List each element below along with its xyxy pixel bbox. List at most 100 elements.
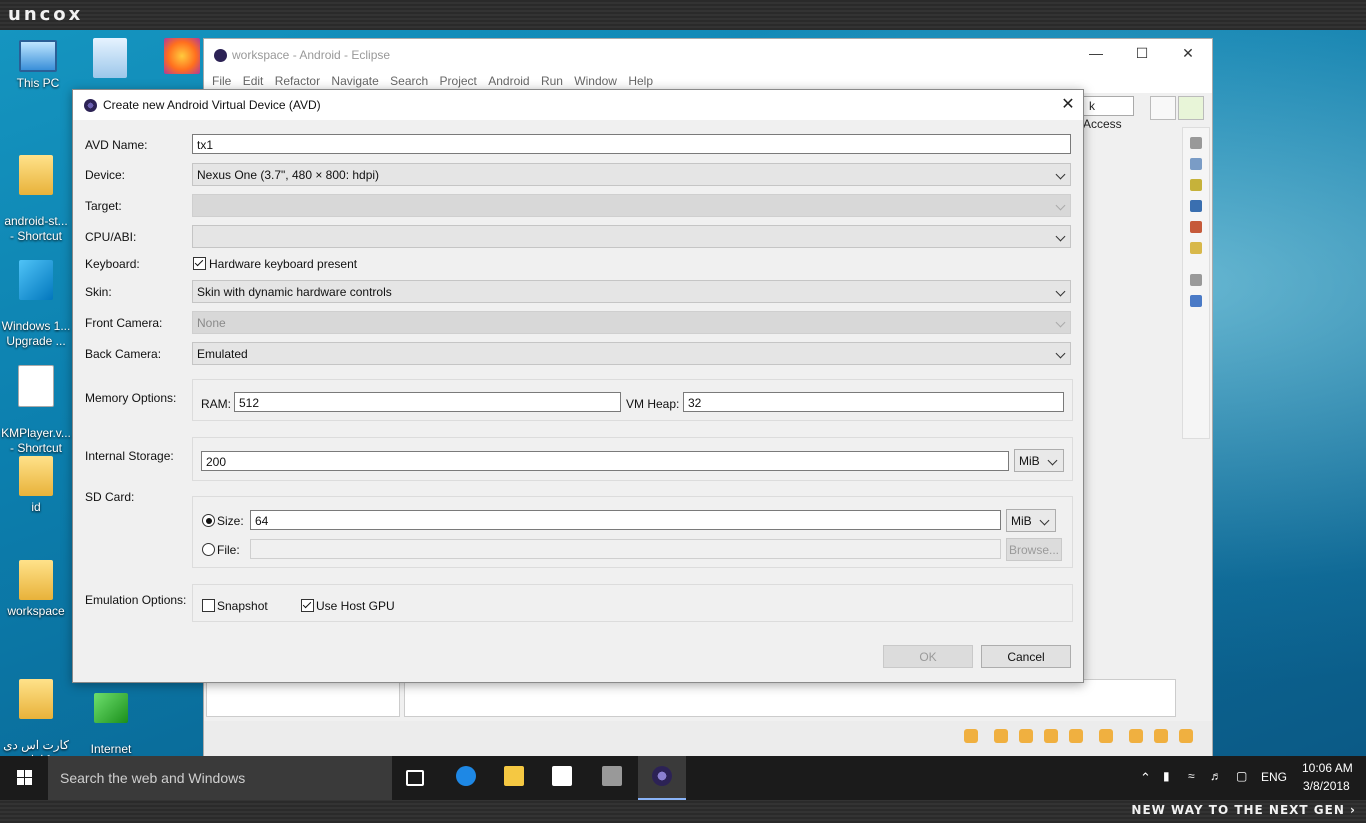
desktop-icon-this-pc[interactable]: This PC [2, 40, 74, 91]
sd-size-input[interactable]: 64 [250, 510, 1001, 530]
restore-icon[interactable] [1190, 274, 1202, 286]
status-tool-icon[interactable] [964, 729, 978, 743]
vm-heap-label: VM Heap: [626, 397, 680, 411]
sd-file-input[interactable] [250, 539, 1001, 559]
desktop-icon-android-studio[interactable]: android-st... - Shortcut [0, 140, 72, 244]
chevron-down-icon [1039, 515, 1050, 526]
taskbar-search[interactable]: Search the web and Windows [48, 756, 392, 800]
sd-file-radio[interactable] [202, 543, 215, 556]
internal-storage-unit-select[interactable]: MiB [1014, 449, 1064, 472]
desktop-icon-windows-upgrade[interactable]: Windows 1... Upgrade ... [0, 245, 72, 349]
vm-heap-input[interactable]: 32 [683, 392, 1064, 412]
menu-help[interactable]: Help [628, 74, 653, 88]
menu-window[interactable]: Window [574, 74, 617, 88]
store-icon [552, 766, 572, 786]
folder-icon [19, 560, 53, 600]
hardware-keyboard-label: Hardware keyboard present [209, 257, 358, 271]
device-select[interactable]: Nexus One (3.7", 480 × 800: hdpi) [192, 163, 1071, 186]
close-icon[interactable]: ✕ [1057, 94, 1079, 116]
slogan-text: NEW WAY TO THE NEXT GEN › [1131, 803, 1356, 817]
menu-project[interactable]: Project [440, 74, 477, 88]
recycle-bin-icon [93, 38, 127, 78]
threads-view-icon[interactable] [1190, 179, 1202, 191]
wifi-icon[interactable]: ≈ [1188, 769, 1195, 783]
sd-card-label: SD Card: [85, 490, 135, 504]
snapshot-checkbox[interactable] [202, 599, 215, 612]
desktop-icon-persian-folder[interactable]: کارت اس دی کاظم [0, 664, 72, 768]
windows-icon [19, 260, 53, 300]
ok-button[interactable]: OK [883, 645, 973, 668]
menu-android[interactable]: Android [488, 74, 529, 88]
desktop-icon-id[interactable]: id [0, 456, 72, 515]
status-tool-icon[interactable] [1044, 729, 1058, 743]
desktop-icon-label: Windows 1... Upgrade ... [1, 319, 71, 348]
desktop-icon-recycle-bin[interactable] [74, 38, 146, 82]
avd-name-input[interactable]: tx1 [192, 134, 1071, 154]
cpu-abi-select[interactable] [192, 225, 1071, 248]
front-camera-select[interactable]: None [192, 311, 1071, 334]
heap-view-icon[interactable] [1190, 221, 1202, 233]
back-camera-select[interactable]: Emulated [192, 342, 1071, 365]
menu-edit[interactable]: Edit [243, 74, 264, 88]
file-explorer-icon[interactable] [1190, 242, 1202, 254]
taskbar-edge[interactable] [442, 756, 490, 800]
volume-icon[interactable]: ♬ [1210, 769, 1222, 783]
taskbar-app[interactable] [588, 756, 636, 800]
file-explorer-icon [504, 766, 524, 786]
ram-input[interactable]: 512 [234, 392, 621, 412]
taskbar-eclipse[interactable] [638, 756, 686, 800]
browse-button[interactable]: Browse... [1006, 538, 1062, 561]
left-pane [206, 679, 400, 717]
emulator-control-icon[interactable] [1190, 200, 1202, 212]
status-tool-icon[interactable] [1069, 729, 1083, 743]
maximize-icon[interactable]: ☐ [1120, 45, 1164, 62]
desktop-icon-label: id [31, 500, 41, 514]
menu-refactor[interactable]: Refactor [275, 74, 320, 88]
eclipse-icon [652, 766, 672, 786]
quick-access-input[interactable]: k Access [1082, 96, 1134, 131]
menu-file[interactable]: File [212, 74, 231, 88]
hardware-keyboard-checkbox[interactable] [193, 257, 206, 270]
open-perspective-icon[interactable] [1150, 96, 1176, 120]
clock-time[interactable]: 10:06 AM [1302, 761, 1353, 775]
menu-run[interactable]: Run [541, 74, 563, 88]
sd-size-unit-select[interactable]: MiB [1006, 509, 1056, 532]
status-tool-icon[interactable] [1099, 729, 1113, 743]
status-tool-icon[interactable] [1154, 729, 1168, 743]
target-select[interactable] [192, 194, 1071, 217]
outline-view-icon[interactable] [1190, 295, 1202, 307]
use-host-gpu-checkbox[interactable] [301, 599, 314, 612]
menu-navigate[interactable]: Navigate [331, 74, 378, 88]
status-tool-icon[interactable] [1019, 729, 1033, 743]
chevron-down-icon [1055, 231, 1066, 242]
battery-icon[interactable]: ▮ [1163, 769, 1170, 783]
cancel-button[interactable]: Cancel [981, 645, 1071, 668]
memory-options-label: Memory Options: [85, 391, 177, 405]
minimize-icon[interactable]: — [1074, 45, 1118, 61]
clock-date[interactable]: 3/8/2018 [1303, 779, 1350, 793]
devices-view-icon[interactable] [1190, 158, 1202, 170]
android-perspective-icon[interactable] [1178, 96, 1204, 120]
start-button[interactable] [0, 756, 48, 800]
taskbar-file-explorer[interactable] [490, 756, 538, 800]
restore-icon[interactable] [1190, 137, 1202, 149]
desktop-icon-kmplayer[interactable]: KMPlayer.v... - Shortcut [0, 350, 72, 456]
status-tool-icon[interactable] [994, 729, 1008, 743]
task-view-button[interactable] [392, 756, 440, 800]
status-tool-icon[interactable] [1179, 729, 1193, 743]
chevron-down-icon [1055, 348, 1066, 359]
keyboard-label: Keyboard: [85, 257, 140, 271]
sd-size-radio[interactable] [202, 514, 215, 527]
desktop-icon-workspace[interactable]: workspace [0, 560, 72, 619]
internal-storage-input[interactable]: 200 [201, 451, 1009, 471]
language-indicator[interactable]: ENG [1261, 770, 1287, 784]
status-tool-icon[interactable] [1129, 729, 1143, 743]
close-icon[interactable]: ✕ [1166, 45, 1210, 62]
notifications-icon[interactable]: ▢ [1236, 769, 1247, 783]
edge-icon [456, 766, 476, 786]
taskbar-store[interactable] [538, 756, 586, 800]
eclipse-title: workspace - Android - Eclipse [232, 48, 391, 62]
menu-search[interactable]: Search [390, 74, 428, 88]
chevron-up-icon[interactable]: ⌃ [1140, 770, 1151, 786]
skin-select[interactable]: Skin with dynamic hardware controls [192, 280, 1071, 303]
